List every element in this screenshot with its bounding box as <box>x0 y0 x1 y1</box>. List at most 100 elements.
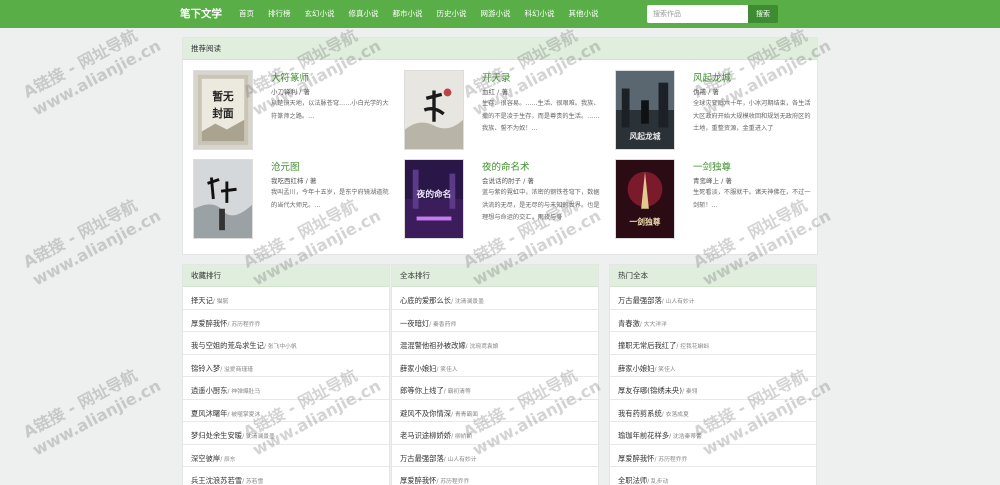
item-title[interactable]: 厚爱醉我怀 <box>618 454 654 463</box>
item-title[interactable]: 锦铃入梦 <box>191 364 220 373</box>
item-title[interactable]: 厚爱醉我怀 <box>400 476 436 485</box>
book-card[interactable]: 沧元图 我吃西红柿 / 著 我叫孟川，今年十五岁，是东宁府镜湖道院的当代大师兄。… <box>193 159 393 244</box>
list-item[interactable]: 深空彼岸/ 辰东 <box>183 445 389 467</box>
item-author: 笑佳人 <box>658 366 676 373</box>
list-item[interactable]: 瑜珈年前花样多/ 沈浩秦蒂蕾 <box>610 422 816 445</box>
book-cover[interactable] <box>193 159 253 239</box>
list-item[interactable]: 心底的爱那么长/ 沈清澜景墨 <box>392 287 598 310</box>
book-title[interactable]: 风起龙城 <box>693 70 731 84</box>
item-author: 辰东 <box>223 456 236 463</box>
item-title[interactable]: 心底的爱那么长 <box>400 296 451 305</box>
list-item[interactable]: 逍遥小厨东/ 神弹爆肚马 <box>183 377 389 400</box>
list-item[interactable]: 万古最强部落/ 山人有妙计 <box>392 445 598 467</box>
book-card[interactable]: 一剑独尊 一剑独尊 青鸾峰上 / 著 生死看淡，不服就干。诸天神佛在，不过一剑斩… <box>615 159 815 244</box>
nav-qita[interactable]: 其他小说 <box>562 0 606 28</box>
list-item[interactable]: 兵王沈浪苏若雪/ 苏若雪 <box>183 467 389 485</box>
list-item[interactable]: 薛家小娘妇/ 笑佳人 <box>610 355 816 377</box>
item-title[interactable]: 夏风沐曙年 <box>191 409 227 418</box>
list-item[interactable]: 梦归处余生安暖/ 沈清澜景墨 <box>183 422 389 445</box>
nav-home[interactable]: 首页 <box>232 0 261 28</box>
book-title[interactable]: 一剑独尊 <box>693 159 731 173</box>
book-card[interactable]: 暂无 封面 大符篆师 小刀锋利 / 著 从楚镜天地，以法脉苍穹……小白光学的大符… <box>193 70 393 155</box>
item-title[interactable]: 我有药剪系统 <box>618 409 662 418</box>
list-item[interactable]: 撞职无常后我红了/ 控我花蝌蚪 <box>610 332 816 355</box>
book-cover[interactable] <box>404 70 464 150</box>
book-cover[interactable]: 一剑独尊 <box>615 159 675 239</box>
book-cover[interactable]: 风起龙城 <box>615 70 675 150</box>
list-item[interactable]: 郎等你上线了/ 霸初清等 <box>392 377 598 400</box>
item-title[interactable]: 老马识途柳娇娇 <box>400 431 451 440</box>
book-intro: 我叫孟川，今年十五岁，是东宁府镜湖道院的当代大师兄。… <box>271 189 389 209</box>
list-item[interactable]: 避风不及你情深/ 青青霸面 <box>392 400 598 422</box>
item-title[interactable]: 兵王沈浪苏若雪 <box>191 476 242 485</box>
item-title[interactable]: 混混警他祖孙被改嫁 <box>400 341 466 350</box>
list-item[interactable]: 择天记/ 猫腻 <box>183 287 389 310</box>
item-title[interactable]: 万古最强部落 <box>400 454 444 463</box>
book-card[interactable]: 夜的命名 夜的命名术 会说话的肘子 / 著 蓝与紫的霓虹中，浓密的钢铁苍穹下，数… <box>404 159 604 244</box>
list-item[interactable]: 老马识途柳娇娇/ 柳娇娇 <box>392 422 598 445</box>
item-author: 秦翎 <box>685 389 698 395</box>
nav-lishi[interactable]: 历史小说 <box>430 0 474 28</box>
book-cover[interactable]: 暂无 封面 <box>193 70 253 150</box>
book-title[interactable]: 夜的命名术 <box>482 159 530 173</box>
list-item[interactable]: 我与空姐的荒岛求生记/ 张飞中小帆 <box>183 332 389 355</box>
item-title[interactable]: 我与空姐的荒岛求生记 <box>191 341 264 350</box>
item-title[interactable]: 郎等你上线了 <box>400 386 444 395</box>
list-item[interactable]: 全职法师/ 乱步动 <box>610 467 816 485</box>
item-title[interactable]: 一夜暗灯 <box>400 319 429 328</box>
book-title[interactable]: 开天录 <box>482 70 511 84</box>
nav-xiuzhen[interactable]: 修真小说 <box>342 0 386 28</box>
nav-kehuan[interactable]: 科幻小说 <box>518 0 562 28</box>
item-author: 苏历程乔乔 <box>658 456 688 463</box>
list-item[interactable]: 厚爱醉我怀/ 苏历程乔乔 <box>610 445 816 467</box>
item-author: 苏若雪 <box>245 479 264 485</box>
item-title[interactable]: 撞职无常后我红了 <box>618 341 676 350</box>
item-title[interactable]: 厚友存哪(锦绣未央) <box>618 386 682 395</box>
item-title[interactable]: 全职法师 <box>618 476 647 485</box>
book-card[interactable]: 风起龙城 风起龙城 伪戒 / 著 全球灾变后六十年，小冰河期结束，各生活大区政府… <box>615 70 815 155</box>
item-author: 山人有妙计 <box>665 299 695 305</box>
list-item[interactable]: 一夜暗灯/ 秦香药师 <box>392 310 598 332</box>
list-item[interactable]: 青春激/ 大大洋洋 <box>610 310 816 332</box>
item-author: 溢爱商瑾瑾 <box>223 366 253 373</box>
nav-dushi[interactable]: 都市小说 <box>386 0 430 28</box>
item-title[interactable]: 薛家小娘妇 <box>618 364 654 373</box>
list-item[interactable]: 夏风沐曙年/ 被噬掌夏沐 <box>183 400 389 422</box>
site-logo[interactable]: 笔下文学 <box>180 6 222 21</box>
list-title: 热门全本 <box>610 265 816 287</box>
item-title[interactable]: 避风不及你情深 <box>400 409 451 418</box>
item-title[interactable]: 梦归处余生安暖 <box>191 431 242 440</box>
item-title[interactable]: 青春激 <box>618 319 640 328</box>
book-cover[interactable]: 夜的命名 <box>404 159 464 239</box>
book-card[interactable]: 开天录 血红 / 著 生存、很容易。……生活、很艰难。我族、撒的不是凌于生存，而… <box>404 70 604 155</box>
list-item[interactable]: 厚爱醉我怀/ 苏历程乔乔 <box>392 467 598 485</box>
item-author: 神弹爆肚马 <box>231 389 261 395</box>
nav-xuanhuan[interactable]: 玄幻小说 <box>298 0 342 28</box>
item-title[interactable]: 深空彼岸 <box>191 454 220 463</box>
main-nav: 首页 排行榜 玄幻小说 修真小说 都市小说 历史小说 网游小说 科幻小说 其他小… <box>232 0 606 28</box>
book-intro: 蓝与紫的霓虹中，浓密的钢铁苍穹下，数据洪流的无尽，是无尽的与未知的世界。也是理想… <box>482 189 600 221</box>
nav-ranking[interactable]: 排行榜 <box>261 0 298 28</box>
list-item[interactable]: 万古最强部落/ 山人有妙计 <box>610 287 816 310</box>
list-item[interactable]: 我有药剪系统/ 衣落成夏 <box>610 400 816 422</box>
nav-wangyou[interactable]: 网游小说 <box>474 0 518 28</box>
item-title[interactable]: 万古最强部落 <box>618 296 662 305</box>
item-author: 苏历程乔乔 <box>440 479 470 485</box>
list-item[interactable]: 薛家小娘妇/ 笑佳人 <box>392 355 598 377</box>
item-title[interactable]: 薛家小娘妇 <box>400 364 436 373</box>
item-author: 青青霸面 <box>454 411 479 418</box>
list-item[interactable]: 锦铃入梦/ 溢爱商瑾瑾 <box>183 355 389 377</box>
search-input[interactable] <box>647 5 748 23</box>
item-author: 霸初清等 <box>447 389 471 395</box>
search-button[interactable]: 搜索 <box>748 5 778 23</box>
list-item[interactable]: 混混警他祖孙被改嫁/ 沈琬鸢袁娘 <box>392 332 598 355</box>
item-title[interactable]: 逍遥小厨东 <box>191 386 227 395</box>
list-item[interactable]: 厚友存哪(锦绣未央)/ 秦翎 <box>610 377 816 400</box>
book-title[interactable]: 大符篆师 <box>271 70 309 84</box>
item-title[interactable]: 厚爱醉我怀 <box>191 319 227 328</box>
list-item[interactable]: 厚爱醉我怀/ 苏历程乔乔 <box>183 310 389 332</box>
item-author: 苏历程乔乔 <box>231 321 261 328</box>
book-title[interactable]: 沧元图 <box>271 159 300 173</box>
item-title[interactable]: 瑜珈年前花样多 <box>618 431 669 440</box>
item-title[interactable]: 择天记 <box>191 296 213 305</box>
